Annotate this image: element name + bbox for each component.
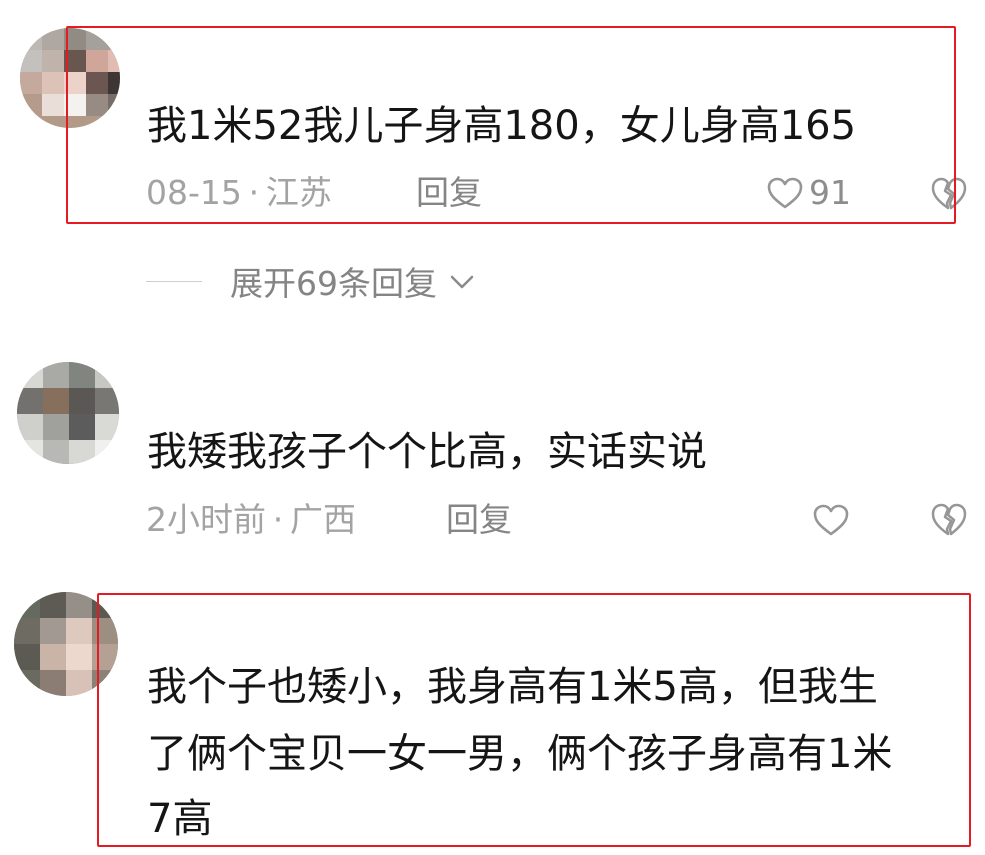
like-button[interactable]: 91 bbox=[766, 171, 851, 215]
user-avatar[interactable] bbox=[14, 592, 118, 696]
comment-meta: 2小时前 · 广西 bbox=[146, 498, 356, 542]
comment-text: 我矮我孩子个个比高，实话实说 bbox=[147, 429, 707, 475]
reply-button[interactable]: 回复 bbox=[416, 171, 482, 215]
user-avatar[interactable] bbox=[17, 362, 119, 464]
meta-separator: · bbox=[248, 173, 260, 212]
reply-button[interactable]: 回复 bbox=[446, 498, 512, 542]
broken-heart-icon[interactable] bbox=[930, 502, 968, 538]
comment-text: 我1米52我儿子身高180，女儿身高165 bbox=[147, 103, 857, 149]
user-avatar[interactable] bbox=[20, 28, 120, 128]
comment-date: 2小时前 bbox=[146, 500, 266, 539]
heart-outline-icon bbox=[813, 504, 849, 536]
comment-meta: 08-15 · 江苏 bbox=[146, 171, 332, 215]
username[interactable] bbox=[150, 612, 300, 636]
expand-replies-label: 展开69条回复 bbox=[230, 264, 437, 303]
like-button[interactable] bbox=[812, 498, 855, 542]
comment-date: 08-15 bbox=[146, 173, 242, 212]
heart-outline-icon bbox=[767, 177, 803, 209]
expand-replies[interactable]: 展开69条回复 bbox=[146, 254, 477, 308]
username[interactable] bbox=[162, 47, 282, 71]
comment-text-line-2: 了俩个宝贝一女一男，俩个孩子身高有1米 bbox=[147, 731, 893, 777]
comment-text-line-1: 我个子也矮小，我身高有1米5高，但我生 bbox=[147, 664, 878, 710]
divider-line bbox=[146, 280, 202, 282]
comment-location: 广西 bbox=[290, 500, 356, 539]
like-count: 91 bbox=[809, 173, 851, 212]
comment-thread: 我1米52我儿子身高180，女儿身高165 08-15 · 江苏 回复 91 展开6… bbox=[0, 0, 985, 855]
broken-heart-icon[interactable] bbox=[930, 176, 968, 212]
username[interactable] bbox=[162, 382, 272, 406]
comment-text-line-3: 7高 bbox=[147, 796, 213, 842]
meta-separator: · bbox=[272, 500, 284, 539]
comment-location: 江苏 bbox=[265, 173, 332, 212]
chevron-down-icon bbox=[450, 275, 474, 289]
